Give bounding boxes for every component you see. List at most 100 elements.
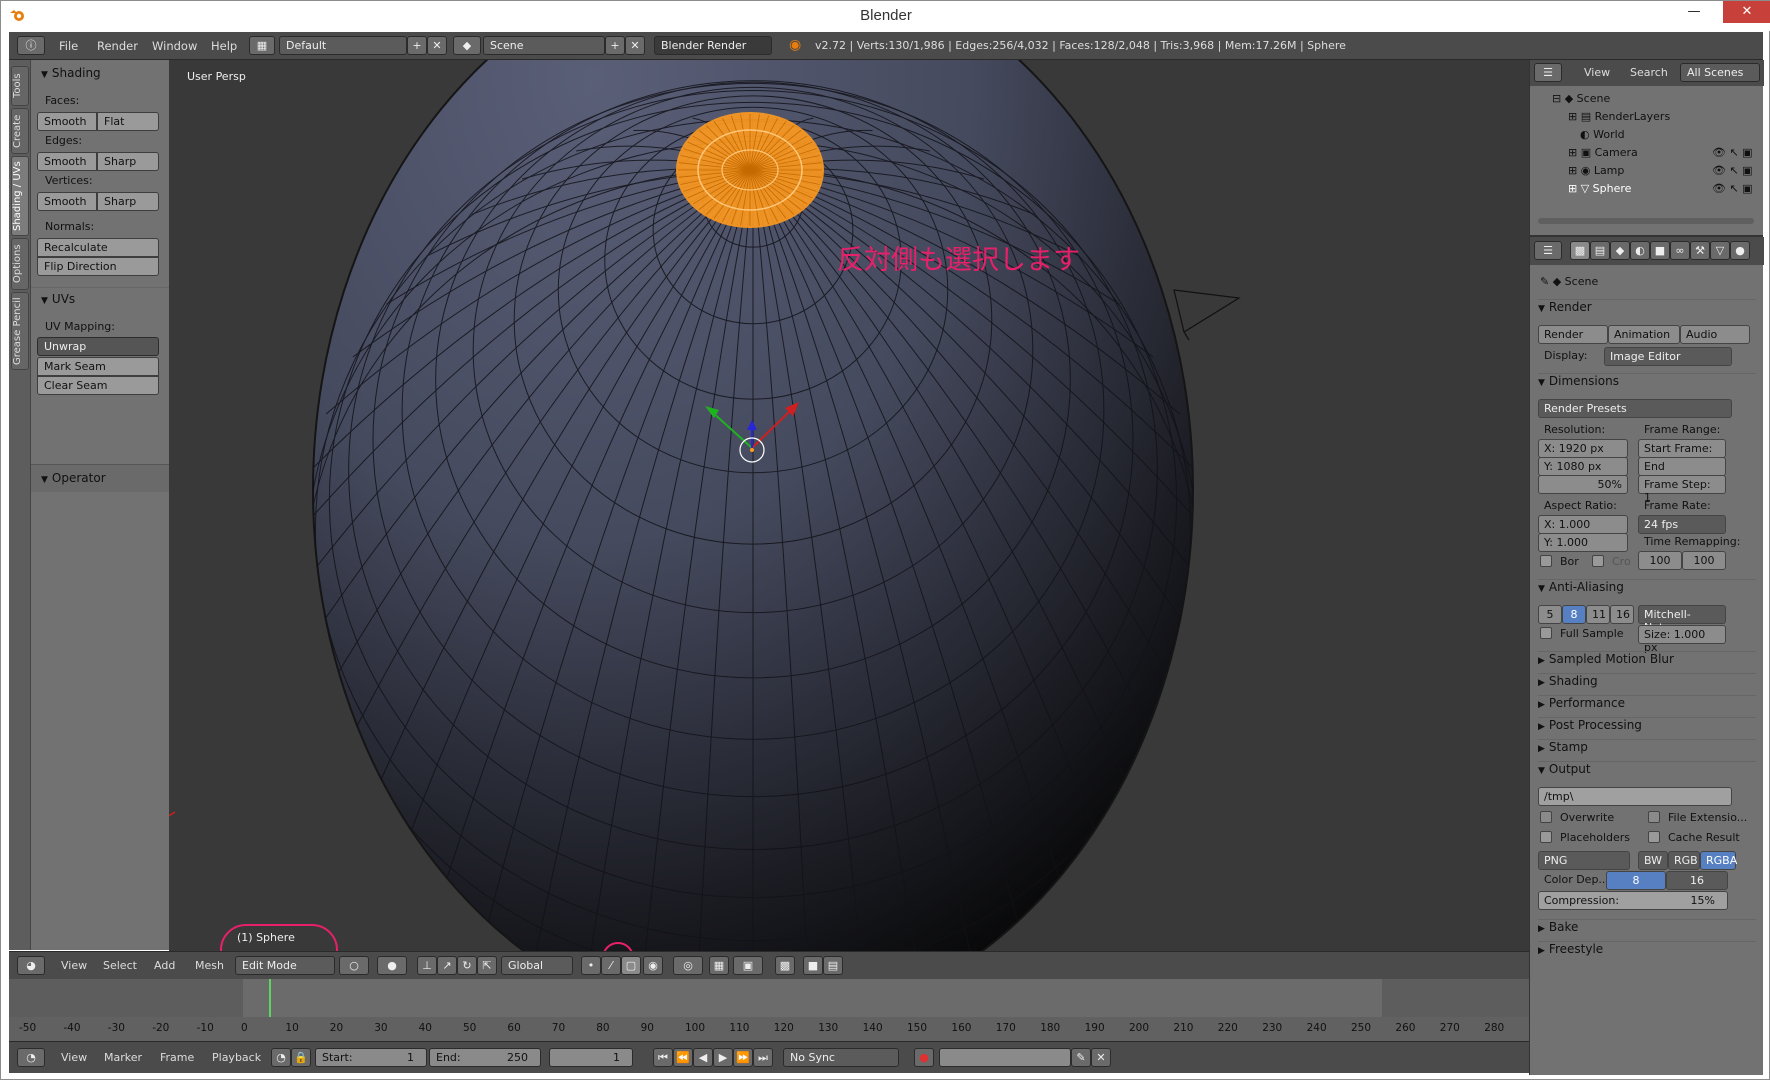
mark-seam-button[interactable]: Mark Seam — [37, 357, 159, 376]
jump-keyframe-forward-icon[interactable]: ⏩ — [733, 1048, 753, 1067]
outliner-editor-type-icon[interactable]: ☰ — [1534, 63, 1562, 82]
unwrap-select[interactable]: Unwrap — [37, 337, 159, 356]
tab-tools[interactable]: Tools — [11, 66, 29, 106]
aa-size-field[interactable]: Size: 1.000 px — [1638, 625, 1726, 654]
file-format-select[interactable]: PNG — [1538, 851, 1630, 870]
border-checkbox[interactable] — [1540, 555, 1552, 567]
frame-step-field[interactable]: Frame Step: 1 — [1638, 475, 1726, 504]
aa-samples-11[interactable]: 11 — [1586, 605, 1610, 624]
vertices-smooth-button[interactable]: Smooth — [37, 192, 97, 211]
scene-tab-icon[interactable]: ◆ — [1610, 241, 1630, 260]
camera-object[interactable] — [1173, 289, 1241, 341]
record-icon[interactable]: ● — [914, 1048, 934, 1067]
scene-select[interactable]: Scene — [483, 36, 605, 55]
sphere-visibility-icons[interactable]: 👁 ↖ ▣ — [1712, 182, 1753, 195]
end-frame-field[interactable]: End Fram:250 — [1638, 457, 1726, 486]
keying-set-field[interactable] — [939, 1048, 1071, 1067]
opengl-render-movie-icon[interactable]: ▤ — [823, 956, 843, 975]
edges-sharp-button[interactable]: Sharp — [97, 152, 159, 171]
insert-keyframe-icon[interactable]: ✎ — [1071, 1048, 1091, 1067]
recalculate-button[interactable]: Recalculate — [37, 238, 159, 257]
outliner-item-world[interactable]: ◐ World — [1580, 128, 1625, 141]
pivot-point-icon[interactable]: ● — [377, 956, 407, 975]
jump-end-icon[interactable]: ⏭ — [753, 1048, 773, 1067]
color-rgba-button[interactable]: RGBA — [1700, 851, 1737, 870]
menu-window[interactable]: Window — [152, 39, 197, 53]
aa-filter-select[interactable]: Mitchell-Netra... — [1638, 605, 1726, 634]
end-frame-field[interactable]: End: 250 — [429, 1048, 541, 1067]
remove-scene-icon[interactable]: ✕ — [625, 36, 645, 55]
menu-file[interactable]: File — [59, 39, 78, 53]
output-path-field[interactable]: /tmp\ — [1538, 787, 1732, 806]
aa-samples-8[interactable]: 8 — [1562, 605, 1586, 624]
animation-button[interactable]: Animation — [1608, 325, 1680, 344]
snap-target-icon[interactable]: ▦ — [709, 956, 729, 975]
freestyle-panel-header[interactable]: ▶ Freestyle — [1538, 941, 1756, 961]
color-depth-8-button[interactable]: 8 — [1606, 871, 1666, 890]
object-tab-icon[interactable]: ■ — [1650, 241, 1670, 260]
rotate-manipulator-icon[interactable]: ↻ — [457, 956, 477, 975]
aspect-x-field[interactable]: X: 1.000 — [1538, 515, 1628, 534]
lamp-visibility-icons[interactable]: 👁 ↖ ▣ — [1712, 164, 1753, 177]
scene-icon[interactable]: ◆ — [453, 36, 481, 55]
aspect-y-field[interactable]: Y: 1.000 — [1538, 533, 1628, 552]
snap-element-icon[interactable]: ▣ — [733, 956, 763, 975]
vertices-sharp-button[interactable]: Sharp — [97, 192, 159, 211]
current-frame-field[interactable]: 1 — [549, 1048, 633, 1067]
shading-panel-header[interactable]: ▶ Shading — [1538, 673, 1756, 693]
translate-manipulator-icon[interactable]: ↗ — [437, 956, 457, 975]
sphere-mesh[interactable] — [169, 60, 1529, 951]
edge-select-icon[interactable]: ⁄ — [601, 956, 621, 975]
timeline-menu-frame[interactable]: Frame — [160, 1051, 194, 1064]
minimize-button[interactable]: — — [1676, 1, 1712, 23]
resolution-x-field[interactable]: X: 1920 px — [1538, 439, 1628, 458]
proportional-edit-icon[interactable]: ◉ — [643, 956, 663, 975]
vertex-select-icon[interactable]: • — [581, 956, 601, 975]
opengl-render-anim-icon[interactable]: ■ — [803, 956, 823, 975]
viewport-shading-icon[interactable]: ○ — [339, 956, 369, 975]
flip-direction-button[interactable]: Flip Direction — [37, 257, 159, 276]
outliner-item-scene[interactable]: ⊟ ◆ Scene — [1552, 92, 1610, 105]
edges-smooth-button[interactable]: Smooth — [37, 152, 97, 171]
menu-view[interactable]: View — [61, 959, 87, 972]
outliner-item-lamp[interactable]: ⊞ ◉ Lamp — [1568, 164, 1624, 177]
render-layers-tab-icon[interactable]: ▤ — [1590, 241, 1610, 260]
performance-panel-header[interactable]: ▶ Performance — [1538, 695, 1756, 715]
screen-layout-select[interactable]: Default — [279, 36, 407, 55]
cache-result-checkbox[interactable] — [1648, 831, 1660, 843]
render-engine-select[interactable]: Blender Render — [654, 36, 772, 55]
frame-rate-select[interactable]: 24 fps — [1638, 515, 1726, 534]
editor-type-icon[interactable]: ◕ — [17, 956, 45, 975]
screen-layout-icon[interactable]: ▦ — [249, 36, 275, 55]
info-editor-type-icon[interactable]: ⓘ — [17, 36, 45, 55]
start-frame-field[interactable]: Start Frame: 1 — [1638, 439, 1726, 468]
outliner-item-camera[interactable]: ⊞ ▣ Camera — [1568, 146, 1638, 159]
outliner-item-renderlayers[interactable]: ⊞ ▤ RenderLayers — [1568, 110, 1670, 123]
file-extensions-checkbox[interactable] — [1648, 811, 1660, 823]
dimensions-panel-header[interactable]: ▼ Dimensions — [1538, 373, 1756, 393]
snap-icon[interactable]: ◎ — [673, 956, 703, 975]
aa-samples-5[interactable]: 5 — [1538, 605, 1562, 624]
menu-help[interactable]: Help — [211, 39, 237, 53]
modifiers-tab-icon[interactable]: ⚒ — [1690, 241, 1710, 260]
sampled-motion-blur-panel-header[interactable]: ▶ Sampled Motion Blur — [1538, 651, 1756, 671]
crop-checkbox[interactable] — [1592, 555, 1604, 567]
tab-create[interactable]: Create — [11, 108, 29, 154]
constraints-tab-icon[interactable]: ∞ — [1670, 241, 1690, 260]
shading-panel-header[interactable]: ▼ Shading — [31, 62, 169, 84]
timeline-menu-playback[interactable]: Playback — [212, 1051, 261, 1064]
camera-visibility-icons[interactable]: 👁 ↖ ▣ — [1712, 146, 1753, 159]
outliner-menu-view[interactable]: View — [1584, 66, 1610, 79]
scale-manipulator-icon[interactable]: ⇱ — [477, 956, 497, 975]
operator-panel-header[interactable]: ▼ Operator — [31, 464, 169, 492]
lock-range-icon[interactable]: 🔒 — [291, 1048, 311, 1067]
faces-flat-button[interactable]: Flat — [97, 112, 159, 131]
limit-selection-to-visible-icon[interactable]: ▢ — [621, 956, 641, 975]
3d-viewport[interactable]: User Persp (1) Sphere 反対側も選択します — [169, 60, 1529, 951]
color-rgb-button[interactable]: RGB — [1668, 851, 1700, 870]
remap-old-field[interactable]: 100 — [1638, 551, 1682, 570]
outliner-menu-search[interactable]: Search — [1630, 66, 1668, 79]
properties-editor-type-icon[interactable]: ☰ — [1534, 241, 1562, 260]
menu-render[interactable]: Render — [97, 39, 138, 53]
timeline-menu-view[interactable]: View — [61, 1051, 87, 1064]
